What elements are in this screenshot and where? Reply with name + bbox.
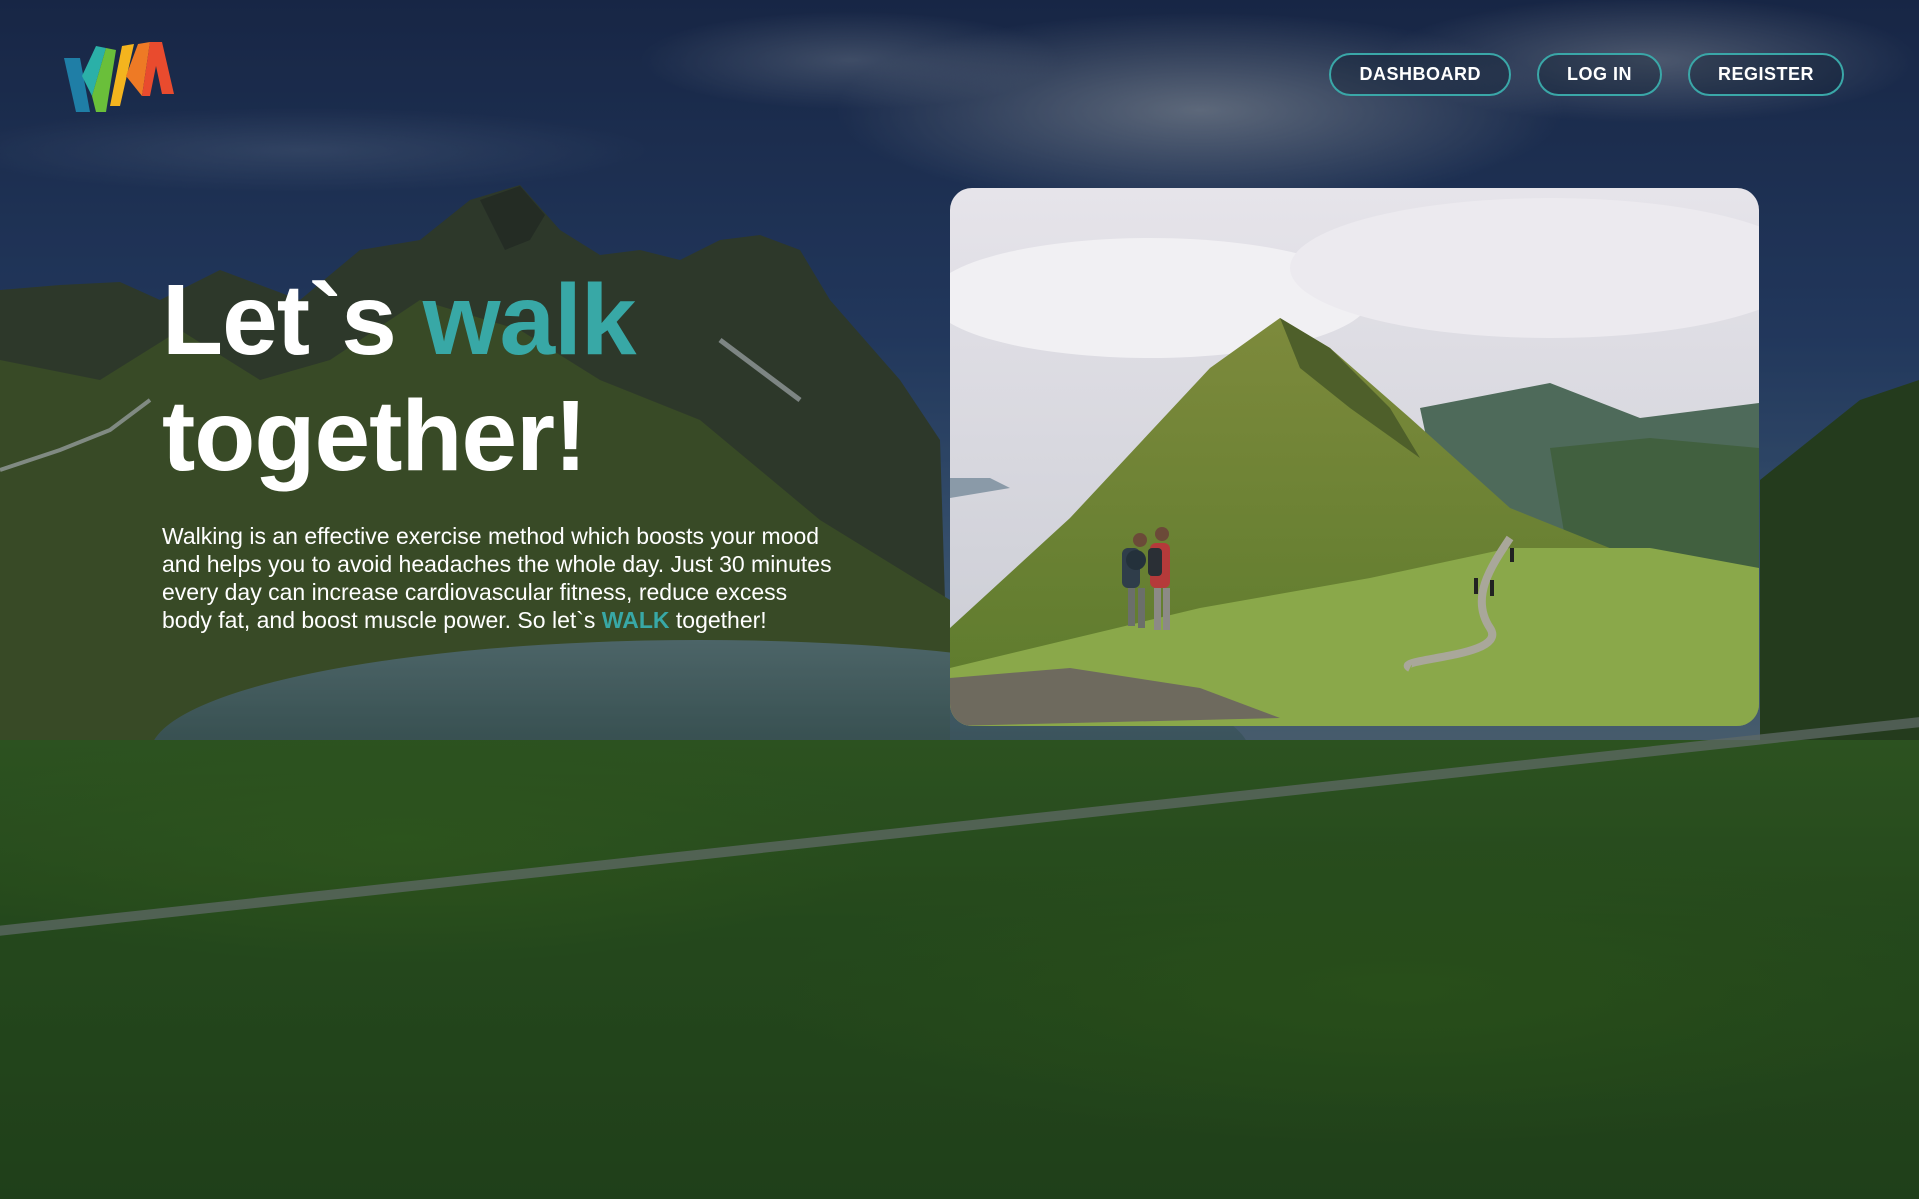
hikers-illustration (950, 188, 1759, 726)
top-nav: DASHBOARD LOG IN REGISTER (1329, 53, 1844, 96)
dashboard-button[interactable]: DASHBOARD (1329, 53, 1511, 96)
hikers-photo (950, 188, 1759, 726)
hero-intro: Walking is an effective exercise method … (162, 522, 832, 634)
headline-part2: together! (162, 380, 587, 492)
hero-headline: Let`s walk together! (162, 262, 636, 494)
intro-accent: WALK (601, 607, 670, 633)
login-button[interactable]: LOG IN (1536, 53, 1662, 96)
headline-part1: Let`s (162, 264, 423, 376)
headline-accent: walk (422, 264, 637, 376)
register-button[interactable]: REGISTER (1687, 53, 1844, 96)
intro-end: together! (669, 607, 767, 633)
brand-logo[interactable] (62, 36, 184, 114)
wm-logo-icon (64, 42, 174, 112)
